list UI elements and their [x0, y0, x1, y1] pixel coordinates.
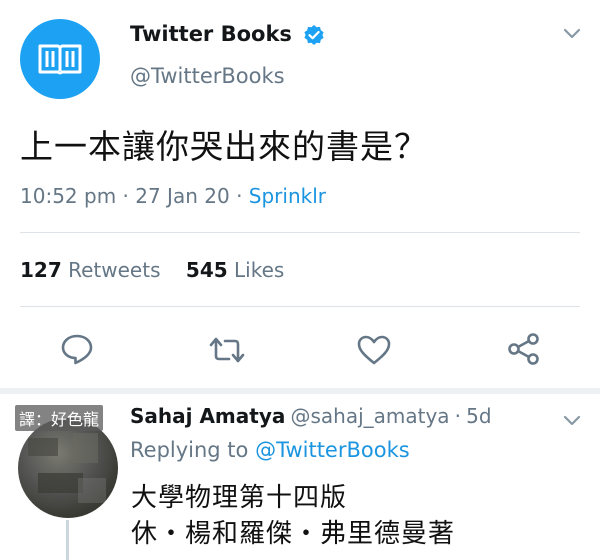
likes-stat[interactable]: 545 Likes	[186, 258, 284, 282]
retweet-icon[interactable]	[207, 336, 247, 364]
verified-badge-icon	[303, 24, 325, 50]
reply-avatar[interactable]	[18, 418, 118, 518]
tweet-time[interactable]: 10:52 pm	[20, 184, 116, 208]
book-logo-icon	[38, 44, 82, 75]
account-handle[interactable]: @TwitterBooks	[130, 64, 285, 88]
reply-name[interactable]: Sahaj Amatya	[130, 404, 285, 428]
reply-text-line: 大學物理第十四版	[131, 483, 348, 513]
tweet-meta: 10:52 pm · 27 Jan 20 · Sprinklr	[20, 184, 326, 208]
reply-text-line: 休・楊和羅傑・弗里德曼著	[131, 519, 456, 549]
meta-separator: ·	[122, 184, 129, 208]
tweet-text: 上一本讓你哭出來的書是？	[20, 127, 428, 166]
reply-icon[interactable]	[60, 333, 94, 365]
account-name-row[interactable]: Twitter Books	[130, 22, 325, 50]
retweets-count: 127	[20, 258, 62, 282]
thread-line	[66, 520, 69, 560]
divider	[20, 306, 580, 307]
reply-handle[interactable]: @sahaj_amatya	[290, 404, 449, 428]
reply-header: Sahaj Amatya @sahaj_amatya · 5d	[130, 404, 492, 428]
retweets-stat[interactable]: 127 Retweets	[20, 258, 167, 282]
reply-age[interactable]: 5d	[466, 404, 491, 428]
likes-count: 545	[185, 258, 228, 282]
tweet-date[interactable]: 27 Jan 20	[135, 184, 229, 208]
tweet-source[interactable]: Sprinklr	[249, 184, 326, 208]
like-icon[interactable]	[356, 334, 392, 366]
retweets-label: Retweets	[68, 258, 161, 282]
chevron-down-icon[interactable]	[562, 413, 582, 432]
replying-prefix: Replying to	[130, 438, 249, 462]
meta-separator: ·	[454, 404, 462, 428]
account-avatar[interactable]	[20, 19, 100, 99]
divider	[20, 232, 580, 233]
meta-separator: ·	[236, 184, 243, 208]
tweet-stats: 127 Retweets 545 Likes	[20, 258, 284, 282]
replying-to: Replying to @TwitterBooks	[130, 438, 410, 462]
share-icon[interactable]	[506, 332, 542, 366]
replying-handle-link[interactable]: @TwitterBooks	[255, 438, 410, 462]
watermark: 譯：好色龍	[15, 405, 104, 431]
account-name[interactable]: Twitter Books	[130, 22, 292, 46]
reply-text: 大學物理第十四版 休・楊和羅傑・弗里德曼著	[131, 480, 455, 552]
chevron-down-icon[interactable]	[562, 26, 582, 45]
section-separator	[0, 388, 600, 394]
likes-label: Likes	[234, 258, 285, 282]
